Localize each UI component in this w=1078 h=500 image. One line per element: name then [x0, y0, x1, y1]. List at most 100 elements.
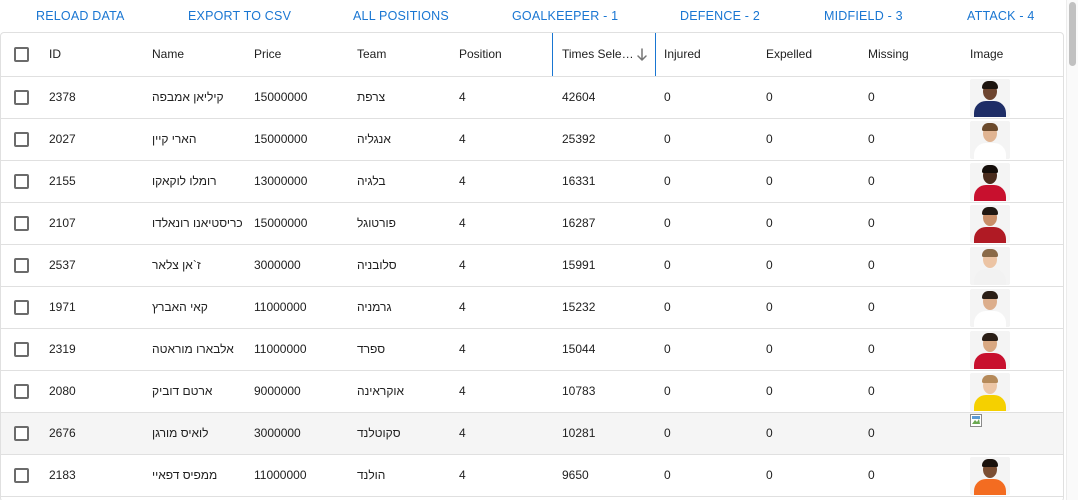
- table-row[interactable]: 2378 קיליאן אמבפה 15000000 צרפת 4 42604 0 0 0: [1, 77, 1063, 119]
- column-header-team[interactable]: Team: [357, 33, 386, 76]
- row-checkbox[interactable]: [14, 384, 29, 399]
- cell-missing[interactable]: 0: [868, 245, 875, 286]
- column-header-price[interactable]: Price: [254, 33, 281, 76]
- row-checkbox[interactable]: [14, 468, 29, 483]
- cell-injured[interactable]: 0: [664, 287, 671, 328]
- cell-price[interactable]: 3000000: [254, 245, 301, 286]
- cell-missing[interactable]: 0: [868, 77, 875, 118]
- cell-missing[interactable]: 0: [868, 161, 875, 202]
- row-checkbox[interactable]: [14, 174, 29, 189]
- cell-team[interactable]: הולנד: [357, 455, 385, 496]
- cell-id[interactable]: 2378: [49, 77, 76, 118]
- row-checkbox[interactable]: [14, 300, 29, 315]
- cell-injured[interactable]: 0: [664, 161, 671, 202]
- row-checkbox[interactable]: [14, 426, 29, 441]
- cell-price[interactable]: 15000000: [254, 119, 307, 160]
- cell-missing[interactable]: 0: [868, 287, 875, 328]
- cell-price[interactable]: 9000000: [254, 371, 301, 412]
- select-all-checkbox[interactable]: [14, 47, 29, 62]
- cell-price[interactable]: 13000000: [254, 161, 307, 202]
- cell-team[interactable]: בלגיה: [357, 161, 386, 202]
- cell-times-selected[interactable]: 9650: [562, 455, 589, 496]
- table-row[interactable]: 2183 ממפיס דפאיי 11000000 הולנד 4 9650 0 0 0: [1, 455, 1063, 497]
- cell-name[interactable]: הארי קיין: [152, 119, 196, 160]
- row-checkbox[interactable]: [14, 90, 29, 105]
- column-header-name[interactable]: Name: [152, 33, 184, 76]
- cell-expelled[interactable]: 0: [766, 413, 773, 454]
- cell-times-selected[interactable]: 15991: [562, 245, 595, 286]
- cell-price[interactable]: 11000000: [254, 455, 307, 496]
- cell-name[interactable]: לואיס מורגן: [152, 413, 208, 454]
- cell-position[interactable]: 4: [459, 119, 466, 160]
- cell-injured[interactable]: 0: [664, 371, 671, 412]
- cell-expelled[interactable]: 0: [766, 287, 773, 328]
- column-header-id[interactable]: ID: [49, 33, 61, 76]
- cell-missing[interactable]: 0: [868, 455, 875, 496]
- cell-position[interactable]: 4: [459, 203, 466, 244]
- cell-missing[interactable]: 0: [868, 371, 875, 412]
- cell-expelled[interactable]: 0: [766, 329, 773, 370]
- row-checkbox[interactable]: [14, 342, 29, 357]
- export-csv-button[interactable]: Export to CSV: [188, 9, 291, 23]
- cell-position[interactable]: 4: [459, 455, 466, 496]
- attack-filter-button[interactable]: Attack - 4: [967, 9, 1035, 23]
- cell-injured[interactable]: 0: [664, 245, 671, 286]
- cell-injured[interactable]: 0: [664, 203, 671, 244]
- cell-id[interactable]: 2027: [49, 119, 76, 160]
- cell-times-selected[interactable]: 10783: [562, 371, 595, 412]
- cell-id[interactable]: 2537: [49, 245, 76, 286]
- row-checkbox[interactable]: [14, 258, 29, 273]
- cell-expelled[interactable]: 0: [766, 77, 773, 118]
- cell-name[interactable]: קיליאן אמבפה: [152, 77, 224, 118]
- cell-id[interactable]: 2080: [49, 371, 76, 412]
- defence-filter-button[interactable]: Defence - 2: [680, 9, 760, 23]
- cell-injured[interactable]: 0: [664, 413, 671, 454]
- cell-price[interactable]: 15000000: [254, 203, 307, 244]
- cell-team[interactable]: אנגליה: [357, 119, 391, 160]
- cell-expelled[interactable]: 0: [766, 203, 773, 244]
- cell-injured[interactable]: 0: [664, 455, 671, 496]
- column-header-injured[interactable]: Injured: [664, 33, 701, 76]
- cell-position[interactable]: 4: [459, 77, 466, 118]
- cell-times-selected[interactable]: 15232: [562, 287, 595, 328]
- row-checkbox[interactable]: [14, 216, 29, 231]
- table-row[interactable]: 2319 אלבארו מוראטה 11000000 ספרד 4 15044 0 0 0: [1, 329, 1063, 371]
- cell-position[interactable]: 4: [459, 161, 466, 202]
- column-header-expelled[interactable]: Expelled: [766, 33, 812, 76]
- cell-price[interactable]: 11000000: [254, 287, 307, 328]
- column-header-times-selected[interactable]: Times Sele…: [562, 33, 632, 76]
- cell-injured[interactable]: 0: [664, 119, 671, 160]
- cell-team[interactable]: גרמניה: [357, 287, 392, 328]
- cell-id[interactable]: 2319: [49, 329, 76, 370]
- cell-times-selected[interactable]: 10281: [562, 413, 595, 454]
- goalkeeper-filter-button[interactable]: Goalkeeper - 1: [512, 9, 618, 23]
- cell-position[interactable]: 4: [459, 329, 466, 370]
- cell-injured[interactable]: 0: [664, 77, 671, 118]
- cell-position[interactable]: 4: [459, 413, 466, 454]
- all-positions-button[interactable]: All positions: [353, 9, 449, 23]
- cell-price[interactable]: 15000000: [254, 77, 307, 118]
- column-header-missing[interactable]: Missing: [868, 33, 909, 76]
- cell-expelled[interactable]: 0: [766, 371, 773, 412]
- cell-name[interactable]: קאי האברץ: [152, 287, 208, 328]
- cell-missing[interactable]: 0: [868, 329, 875, 370]
- cell-team[interactable]: סקוטלנד: [357, 413, 401, 454]
- scrollbar-thumb[interactable]: [1069, 2, 1076, 66]
- cell-id[interactable]: 2183: [49, 455, 76, 496]
- table-row[interactable]: 2080 ארטם דוביק 9000000 אוקראינה 4 10783 0 0 0: [1, 371, 1063, 413]
- cell-position[interactable]: 4: [459, 371, 466, 412]
- cell-id[interactable]: 2155: [49, 161, 76, 202]
- cell-team[interactable]: פורטוגל: [357, 203, 396, 244]
- cell-price[interactable]: 3000000: [254, 413, 301, 454]
- cell-times-selected[interactable]: 16331: [562, 161, 595, 202]
- cell-position[interactable]: 4: [459, 245, 466, 286]
- table-row[interactable]: 2027 הארי קיין 15000000 אנגליה 4 25392 0 0 0: [1, 119, 1063, 161]
- cell-name[interactable]: רומלו לוקאקו: [152, 161, 217, 202]
- cell-times-selected[interactable]: 42604: [562, 77, 595, 118]
- arrow-down-icon[interactable]: [635, 47, 649, 63]
- cell-team[interactable]: אוקראינה: [357, 371, 404, 412]
- cell-price[interactable]: 11000000: [254, 329, 307, 370]
- cell-team[interactable]: צרפת: [357, 77, 385, 118]
- cell-injured[interactable]: 0: [664, 329, 671, 370]
- cell-id[interactable]: 1971: [49, 287, 76, 328]
